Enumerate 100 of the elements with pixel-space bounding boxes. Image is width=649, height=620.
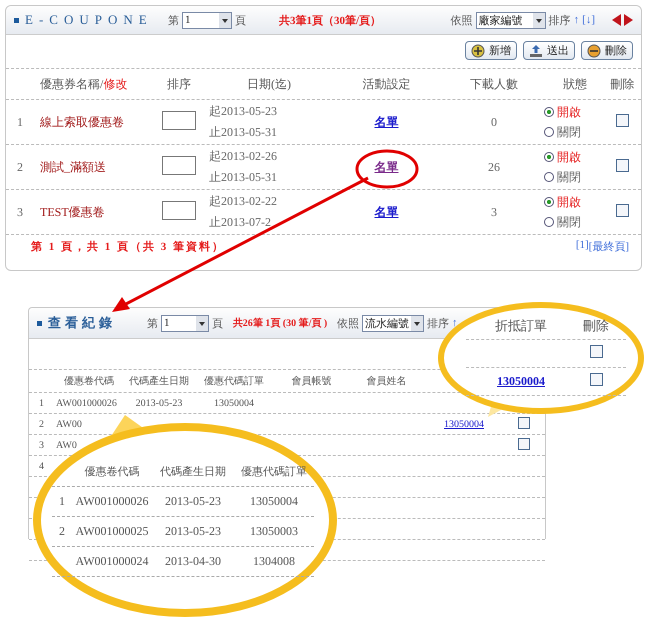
order-link[interactable]: 13050004: [497, 374, 545, 388]
column-header: 優惠券名稱/: [40, 76, 104, 90]
sort-input[interactable]: [162, 110, 196, 130]
column-header: 刪除: [582, 316, 610, 334]
radio-button[interactable]: [544, 217, 554, 227]
delete-checkbox[interactable]: [590, 373, 602, 386]
sort-input[interactable]: [162, 200, 196, 220]
coupon-name[interactable]: TEST優惠卷: [34, 204, 149, 220]
column-header: 會員帳號: [290, 374, 332, 388]
previous-icon[interactable]: [612, 14, 621, 26]
order-number: 13050004: [249, 494, 299, 509]
radio-button[interactable]: [544, 127, 554, 137]
page-label: 頁: [235, 14, 246, 28]
column-header: 優惠卷代碼: [84, 464, 140, 479]
coupon-code: AW001000025: [74, 524, 150, 539]
panel-title: 查看紀錄: [48, 314, 117, 332]
sort-select[interactable]: 流水編號: [362, 314, 424, 332]
page-select[interactable]: 1: [161, 314, 209, 332]
delete-checkbox[interactable]: [616, 114, 629, 126]
page-label: 第: [168, 14, 179, 28]
delete-checkbox[interactable]: [616, 204, 629, 216]
status-label: 關閉: [557, 124, 581, 140]
column-header: 狀態: [562, 76, 588, 92]
page-link[interactable]: [最終頁]: [588, 239, 629, 254]
sort-ascending-link[interactable]: ↑: [574, 14, 580, 26]
list-link[interactable]: 名單: [374, 204, 398, 218]
row-number: 1: [59, 494, 65, 508]
list-link[interactable]: 名單: [374, 160, 398, 174]
page-summary: 共26筆 1頁 (30 筆/頁 ): [232, 316, 328, 330]
start-date: 起2013-05-23: [209, 103, 277, 120]
status-label: 開啟: [557, 194, 581, 210]
sort-ascending-link[interactable]: ↑: [452, 317, 458, 329]
order-number: 13050004: [214, 398, 254, 408]
sort-label: 依照: [337, 316, 359, 330]
download-count: 26: [487, 160, 501, 174]
download-count: 3: [490, 204, 498, 220]
column-header: 代碼產生日期: [159, 465, 227, 479]
sort-label: 依照: [450, 14, 473, 28]
sort-select[interactable]: 廠家編號: [476, 12, 546, 28]
column-header: 刪除: [610, 76, 636, 92]
radio-button[interactable]: [544, 197, 554, 207]
sort-input[interactable]: [162, 156, 196, 174]
page-link[interactable]: [1]: [576, 239, 589, 254]
order-number: 1304008: [252, 554, 296, 569]
bullet-icon: [14, 18, 19, 22]
row-number: 3: [38, 440, 45, 450]
coupon-code: AW00: [56, 418, 82, 430]
row-number: 1: [38, 398, 45, 408]
upload-icon: [529, 44, 543, 58]
end-date: 止2013-05-31: [209, 169, 277, 186]
order-link[interactable]: 13050004: [444, 418, 484, 430]
dropdown-icon: [532, 12, 545, 28]
delete-checkbox[interactable]: [518, 438, 530, 450]
next-icon[interactable]: [624, 14, 633, 26]
sort-descending-link[interactable]: [↓]: [582, 14, 595, 26]
bullet-icon: [37, 320, 42, 326]
dropdown-icon: [219, 12, 231, 28]
date-cell-text: 2013-05-23: [164, 524, 222, 539]
download-count: 0: [490, 114, 498, 130]
page-label: 第: [147, 316, 158, 330]
row-number: 2: [59, 524, 65, 538]
coupon-name[interactable]: 測試_滿額送: [34, 158, 149, 176]
radio-button[interactable]: [544, 107, 554, 117]
delete-checkbox[interactable]: [616, 158, 629, 172]
delete-checkbox[interactable]: [590, 345, 602, 358]
end-date: 止2013-05-31: [209, 124, 277, 141]
delete-checkbox[interactable]: [518, 416, 530, 428]
status-label: 開啟: [557, 148, 581, 166]
status-label: 關閉: [557, 168, 581, 186]
column-header: 日期(迄): [246, 76, 292, 92]
column-header: 下載人數: [469, 76, 519, 92]
date-cell-text: 2013-04-30: [164, 554, 222, 569]
dropdown-icon: [411, 316, 423, 330]
column-header: 優惠卷代碼: [63, 374, 115, 388]
coupon-name[interactable]: 線上索取優惠卷: [34, 114, 149, 130]
row-number: 3: [16, 204, 24, 220]
row-number: 1: [16, 114, 24, 130]
page-select[interactable]: 1: [182, 12, 232, 28]
dropdown-icon: [196, 316, 208, 330]
column-header: 代碼產生日期: [128, 374, 190, 388]
delete-button[interactable]: 刪除: [581, 41, 633, 60]
panel-title: E-COUPONE: [25, 12, 154, 28]
coupon-code: AW0: [56, 440, 77, 450]
date-cell: 2013-05-23: [136, 398, 182, 408]
plus-icon: [471, 44, 485, 58]
send-button[interactable]: 送出: [523, 41, 575, 60]
page-info: 第 1 頁，共 1 頁（共 3 筆資料）: [31, 240, 225, 254]
minus-icon: [587, 44, 601, 58]
list-link[interactable]: 名單: [374, 114, 398, 128]
status-label: 開啟: [557, 104, 581, 120]
radio-button[interactable]: [544, 172, 554, 182]
radio-button[interactable]: [544, 152, 554, 162]
column-header: 會員姓名: [366, 374, 408, 388]
column-header: 折抵訂單: [494, 316, 548, 334]
status-label: 關閉: [557, 214, 581, 230]
start-date: 起2013-02-22: [209, 193, 277, 210]
add-button[interactable]: 新增: [465, 41, 517, 60]
column-header: 優惠代碼訂單: [240, 464, 308, 479]
date-cell-text: 2013-05-23: [164, 494, 222, 509]
row-number: 4: [38, 460, 45, 472]
